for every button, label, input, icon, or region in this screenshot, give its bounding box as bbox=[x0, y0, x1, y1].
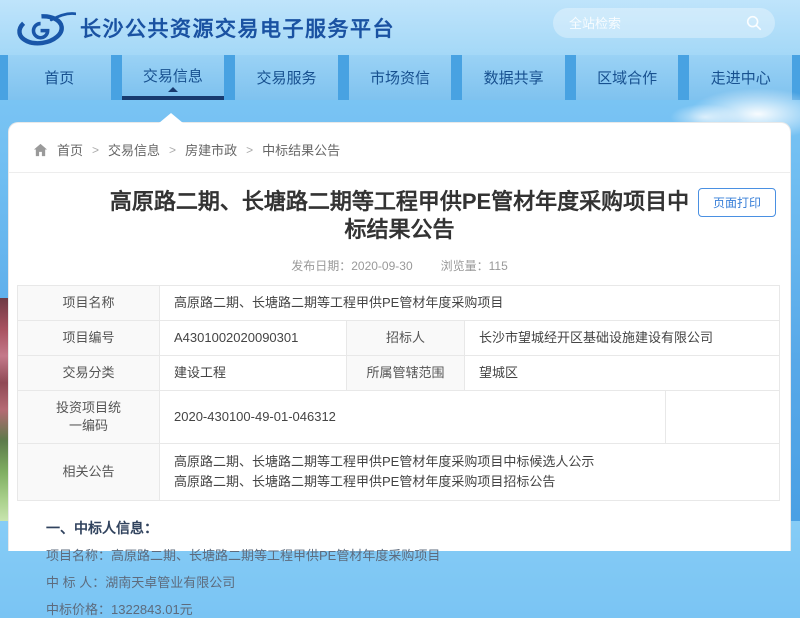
nav-tab-trade-service[interactable]: 交易服务 bbox=[235, 55, 338, 100]
project-number-value: A4301002020090301 bbox=[160, 321, 347, 356]
row-label: 所属管辖范围 bbox=[347, 356, 465, 391]
home-icon[interactable] bbox=[33, 143, 48, 157]
breadcrumb-result-notice[interactable]: 中标结果公告 bbox=[262, 140, 340, 159]
breadcrumb-separator: > bbox=[169, 143, 176, 157]
project-name-value: 高原路二期、长塘路二期等工程甲供PE管材年度采购项目 bbox=[160, 286, 780, 321]
related-announcements: 高原路二期、长塘路二期等工程甲供PE管材年度采购项目中标候选人公示 高原路二期、… bbox=[160, 444, 780, 501]
related-announcement-link[interactable]: 高原路二期、长塘路二期等工程甲供PE管材年度采购项目中标候选人公示 bbox=[174, 452, 765, 472]
main-nav: 首页 交易信息 交易服务 市场资信 数据共享 区域合作 走进中心 bbox=[0, 55, 800, 100]
nav-tab-trade-info[interactable]: 交易信息 bbox=[122, 55, 225, 100]
tenderee-value: 长沙市望城经开区基础设施建设有限公司 bbox=[465, 321, 780, 356]
content-panel: 首页 > 交易信息 > 房建市政 > 中标结果公告 高原路二期、长塘路二期等工程… bbox=[8, 122, 791, 551]
row-label: 投资项目统一编码 bbox=[18, 391, 160, 444]
row-label: 交易分类 bbox=[18, 356, 160, 391]
publish-date: 2020-09-30 bbox=[351, 259, 412, 273]
views-count: 115 bbox=[489, 259, 508, 273]
related-announcement-link[interactable]: 高原路二期、长塘路二期等工程甲供PE管材年度采购项目招标公告 bbox=[174, 472, 765, 492]
publish-date-label: 发布日期： bbox=[291, 259, 351, 273]
breadcrumb-separator: > bbox=[246, 143, 253, 157]
nav-tab-data-share[interactable]: 数据共享 bbox=[462, 55, 565, 100]
table-row: 项目编号 A4301002020090301 招标人 长沙市望城经开区基础设施建… bbox=[18, 321, 780, 356]
row-label: 项目编号 bbox=[18, 321, 160, 356]
trade-category-value: 建设工程 bbox=[160, 356, 347, 391]
winner-section-heading: 一、中标人信息： bbox=[46, 518, 790, 538]
background-photo-strip bbox=[0, 298, 8, 521]
project-info-table: 项目名称 高原路二期、长塘路二期等工程甲供PE管材年度采购项目 项目编号 A43… bbox=[17, 285, 780, 501]
search-input[interactable] bbox=[553, 8, 775, 38]
winner-price: 中标价格：1322843.01元 bbox=[46, 601, 790, 618]
table-row: 投资项目统一编码 2020-430100-49-01-046312 bbox=[18, 391, 780, 444]
nav-tab-market-credit[interactable]: 市场资信 bbox=[349, 55, 452, 100]
title-row: 高原路二期、长塘路二期等工程甲供PE管材年度采购项目中标结果公告 页面打印 bbox=[9, 173, 790, 244]
row-label: 相关公告 bbox=[18, 444, 160, 501]
print-page-button[interactable]: 页面打印 bbox=[698, 188, 776, 217]
site-title: 长沙公共资源交易电子服务平台 bbox=[80, 13, 395, 43]
nav-tab-home[interactable]: 首页 bbox=[8, 55, 111, 100]
global-search[interactable] bbox=[553, 8, 775, 38]
page-title: 高原路二期、长塘路二期等工程甲供PE管材年度采购项目中标结果公告 bbox=[104, 188, 695, 244]
article-meta: 发布日期：2020-09-30 浏览量：115 bbox=[9, 257, 790, 274]
breadcrumb: 首页 > 交易信息 > 房建市政 > 中标结果公告 bbox=[9, 123, 790, 173]
winner-company: 中 标 人：湖南天卓管业有限公司 bbox=[46, 574, 790, 591]
row-label: 项目名称 bbox=[18, 286, 160, 321]
nav-tab-region-coop[interactable]: 区域合作 bbox=[576, 55, 679, 100]
winner-info-section: 一、中标人信息： 项目名称：高原路二期、长塘路二期等工程甲供PE管材年度采购项目… bbox=[46, 518, 790, 618]
breadcrumb-construction[interactable]: 房建市政 bbox=[185, 140, 237, 159]
winner-project-name: 项目名称：高原路二期、长塘路二期等工程甲供PE管材年度采购项目 bbox=[46, 547, 790, 564]
jurisdiction-value: 望城区 bbox=[465, 356, 780, 391]
table-row: 项目名称 高原路二期、长塘路二期等工程甲供PE管材年度采购项目 bbox=[18, 286, 780, 321]
search-icon[interactable] bbox=[745, 14, 763, 32]
investment-code-value: 2020-430100-49-01-046312 bbox=[160, 391, 780, 444]
breadcrumb-home[interactable]: 首页 bbox=[57, 140, 83, 159]
site-logo-icon bbox=[14, 6, 76, 50]
breadcrumb-separator: > bbox=[92, 143, 99, 157]
row-label: 招标人 bbox=[347, 321, 465, 356]
table-row: 相关公告 高原路二期、长塘路二期等工程甲供PE管材年度采购项目中标候选人公示 高… bbox=[18, 444, 780, 501]
top-header: 长沙公共资源交易电子服务平台 bbox=[0, 0, 800, 55]
table-row: 交易分类 建设工程 所属管辖范围 望城区 bbox=[18, 356, 780, 391]
views-label: 浏览量： bbox=[441, 259, 489, 273]
breadcrumb-trade-info[interactable]: 交易信息 bbox=[108, 140, 160, 159]
